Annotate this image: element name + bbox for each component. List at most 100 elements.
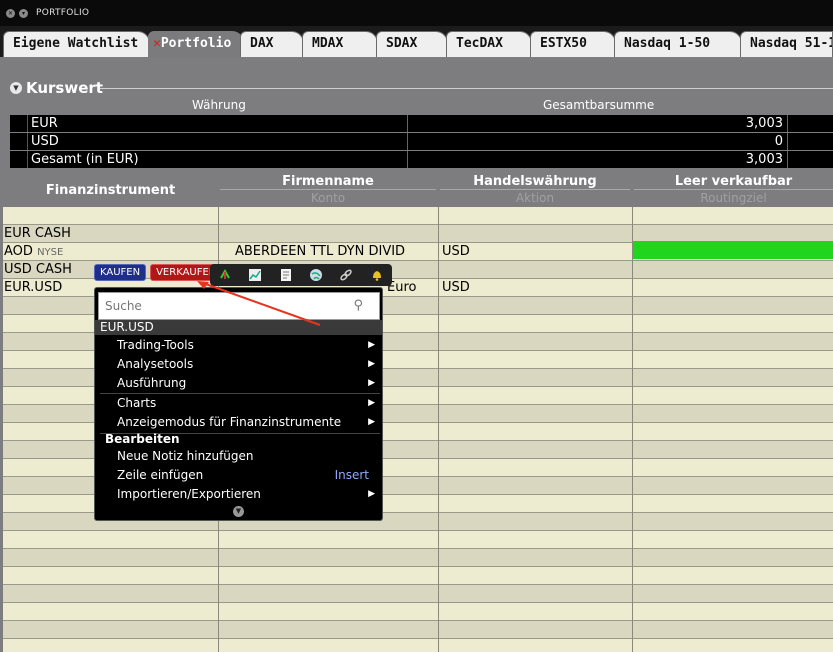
search-input[interactable]: [105, 294, 345, 318]
submenu-arrow-icon: ▶: [368, 489, 375, 499]
currency-column-header: Währung: [192, 98, 246, 112]
table-row[interactable]: [3, 207, 833, 225]
menu-item-label: Trading-Tools: [117, 338, 194, 352]
header-label: Leer verkaufbar: [634, 174, 833, 190]
header-label: Finanzinstrument: [45, 183, 176, 198]
globe-icon[interactable]: [308, 267, 324, 283]
tab-nasdaq-51[interactable]: Nasdaq 51-1: [740, 31, 833, 57]
menu-item-label: Neue Notiz hinzufügen: [117, 449, 254, 463]
chart-icon[interactable]: [247, 267, 263, 283]
bell-icon[interactable]: [369, 267, 385, 283]
menu-item-importieren-exportieren[interactable]: Importieren/Exportieren ▶: [117, 485, 375, 504]
trade-buttons: KAUFEN VERKAUFEN: [94, 264, 223, 281]
table-row[interactable]: [3, 621, 833, 639]
row-stripe: [10, 151, 28, 168]
window-titlebar: ✕ ▾ PORTFOLIO: [0, 0, 833, 26]
close-window-button[interactable]: ✕: [6, 8, 15, 18]
tab-sdax[interactable]: SDAX: [376, 31, 448, 57]
shortable-column-header[interactable]: Leer verkaufbar Routingziel: [634, 174, 833, 207]
menu-item-ausfuehrung[interactable]: Ausführung ▶: [117, 374, 375, 393]
currency-cell: USD: [442, 244, 470, 259]
header-sublabel: Konto: [310, 191, 346, 205]
section-divider: [100, 88, 833, 89]
menu-item-label: Anzeigemodus für Finanzinstrumente: [117, 415, 342, 429]
row-stripe: [10, 115, 28, 132]
document-icon[interactable]: [278, 267, 294, 283]
table-row[interactable]: [3, 531, 833, 549]
header-label: Firmenname: [220, 174, 436, 190]
table-row[interactable]: [3, 585, 833, 603]
buy-button[interactable]: KAUFEN: [94, 264, 147, 281]
company-cell: ABERDEEN TTL DYN DIVID: [235, 244, 406, 259]
header-label: Handelswährung: [440, 174, 630, 190]
menu-item-label: Ausführung: [117, 376, 187, 390]
arrows-icon[interactable]: [217, 267, 233, 283]
link-icon[interactable]: [338, 267, 354, 283]
kurswert-section-header[interactable]: ▼ Kurswert: [10, 79, 103, 97]
menu-item-anzeigemodus[interactable]: Anzeigemodus für Finanzinstrumente ▶: [117, 413, 375, 432]
menu-item-charts[interactable]: Charts ▶: [117, 394, 375, 413]
table-row[interactable]: [3, 549, 833, 567]
menu-item-neue-notiz[interactable]: Neue Notiz hinzufügen: [117, 447, 375, 466]
currency-cell: USD: [442, 280, 470, 295]
instrument-cell: AOD NYSE: [4, 243, 63, 261]
tab-label: DAX: [250, 36, 274, 51]
total-column-header: Gesamtbarsumme: [543, 98, 655, 112]
submenu-arrow-icon: ▶: [368, 340, 375, 350]
tab-label: SDAX: [386, 36, 418, 51]
exchange-label: NYSE: [37, 247, 64, 258]
menu-item-label: Charts: [117, 396, 157, 410]
tab-nasdaq-1-50[interactable]: Nasdaq 1-50: [614, 31, 742, 57]
currency-column-header[interactable]: Handelswährung Aktion: [440, 174, 630, 207]
search-icon: ⚲: [353, 298, 363, 313]
menu-group-label: Bearbeiten: [105, 432, 180, 446]
tab-dax[interactable]: DAX: [240, 31, 304, 57]
context-menu: ⚲ EUR.USD Trading-Tools ▶ Analysetools ▶ A…: [94, 287, 383, 521]
header-sublabel: Aktion: [515, 191, 555, 205]
column-divider: [632, 207, 633, 652]
summary-total: 0: [408, 133, 788, 150]
menu-item-trading-tools[interactable]: Trading-Tools ▶: [117, 336, 375, 355]
close-tab-icon[interactable]: ✕: [153, 36, 161, 51]
summary-total: 3,003: [408, 115, 788, 132]
summary-total: 3,003: [408, 151, 788, 168]
menu-shortcut: Insert: [334, 468, 369, 482]
window-title: PORTFOLIO: [36, 8, 90, 18]
table-row[interactable]: [3, 639, 833, 652]
grid-header: Finanzinstrument Firmenname Konto Handel…: [0, 174, 833, 207]
menu-item-analysetools[interactable]: Analysetools ▶: [117, 355, 375, 374]
summary-currency: USD: [10, 133, 408, 150]
summary-row: Gesamt (in EUR) 3,003: [10, 151, 833, 168]
menu-item-label: Zeile einfügen: [117, 468, 204, 482]
table-row[interactable]: [3, 567, 833, 585]
table-row[interactable]: [3, 603, 833, 621]
tab-label: Nasdaq 51-1: [750, 36, 833, 51]
tab-tecdax[interactable]: TecDAX: [446, 31, 532, 57]
scroll-more-icon[interactable]: ▼: [233, 506, 244, 517]
summary-currency: EUR: [10, 115, 408, 132]
tab-label: MDAX: [312, 36, 344, 51]
window-menu-button[interactable]: ▾: [19, 8, 28, 18]
tab-label: Portfolio: [160, 36, 232, 51]
menu-item-zeile-einfuegen[interactable]: Zeile einfügen Insert: [117, 466, 375, 485]
company-column-header[interactable]: Firmenname Konto: [220, 174, 436, 207]
tab-label: Nasdaq 1-50: [624, 36, 711, 51]
menu-search: ⚲: [98, 292, 380, 320]
column-divider: [438, 207, 439, 652]
instrument-column-header[interactable]: Finanzinstrument: [3, 174, 218, 207]
tab-estx50[interactable]: ESTX50: [530, 31, 616, 57]
summary-row: USD 0: [10, 133, 833, 150]
instrument-cell: EUR.USD: [4, 280, 63, 295]
tab-mdax[interactable]: MDAX: [302, 31, 378, 57]
submenu-arrow-icon: ▶: [368, 398, 375, 408]
tab-label: ESTX50: [540, 36, 587, 51]
instrument-symbol: AOD: [4, 244, 33, 259]
summary-currency: Gesamt (in EUR): [10, 151, 408, 168]
summary-row: EUR 3,003: [10, 115, 833, 132]
collapse-triangle-icon[interactable]: ▼: [10, 82, 22, 94]
instrument-cell: EUR CASH: [4, 226, 71, 241]
header-sublabel: Routingziel: [700, 191, 767, 205]
section-title: Kurswert: [26, 79, 103, 97]
tab-eigene-watchlist[interactable]: Eigene Watchlist: [3, 31, 150, 57]
tab-portfolio[interactable]: ✕Portfolio: [148, 31, 244, 57]
